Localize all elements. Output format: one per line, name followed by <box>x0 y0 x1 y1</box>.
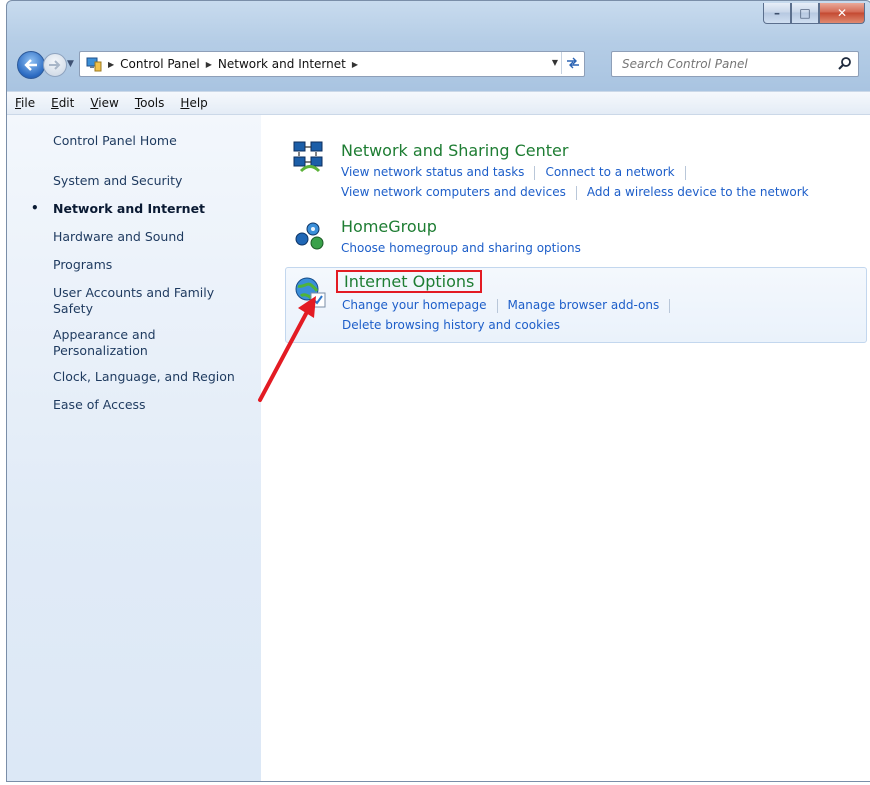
task-row: Change your homepage Manage browser add-o… <box>342 298 680 313</box>
chevron-right-icon: ▶ <box>351 59 359 69</box>
chevron-right-icon: ▶ <box>205 59 212 69</box>
sidebar-item-hardware-sound[interactable]: Hardware and Sound <box>53 229 184 245</box>
task-row: View network status and tasks Connect to … <box>341 165 696 180</box>
menu-file[interactable]: File <box>7 96 43 110</box>
sidebar-item-appearance[interactable]: Appearance and Personalization <box>53 327 193 359</box>
address-dropdown-icon[interactable]: ▼ <box>552 58 558 67</box>
divider <box>669 298 671 313</box>
chevron-right-icon: ▶ <box>108 59 115 69</box>
network-sharing-title[interactable]: Network and Sharing Center <box>341 141 568 160</box>
back-button[interactable] <box>17 51 45 79</box>
menu-bar: File Edit View Tools Help <box>7 91 870 115</box>
internet-options-title[interactable]: Internet Options <box>336 270 483 293</box>
back-arrow-icon <box>24 59 37 71</box>
task-row: Delete browsing history and cookies <box>342 318 560 332</box>
menu-help[interactable]: Help <box>172 96 215 110</box>
menu-view[interactable]: View <box>82 96 126 110</box>
recent-pages-dropdown[interactable]: ▼ <box>67 59 74 69</box>
task-change-homepage[interactable]: Change your homepage <box>342 298 487 312</box>
search-icon[interactable] <box>838 56 852 70</box>
divider <box>684 165 686 180</box>
category-network-sharing: Network and Sharing Center View network … <box>285 135 865 205</box>
minimize-button[interactable]: – <box>763 3 791 24</box>
task-manage-addons[interactable]: Manage browser add-ons <box>508 298 660 312</box>
breadcrumb-control-panel[interactable]: Control Panel <box>120 57 200 71</box>
task-row: View network computers and devices Add a … <box>341 185 809 200</box>
task-row: Choose homegroup and sharing options <box>341 241 581 255</box>
network-sharing-icon <box>293 141 323 173</box>
divider <box>496 298 498 313</box>
control-panel-icon <box>86 57 102 71</box>
task-add-wireless-device[interactable]: Add a wireless device to the network <box>587 185 809 199</box>
task-homegroup-sharing[interactable]: Choose homegroup and sharing options <box>341 241 581 255</box>
caption-buttons: – □ ✕ <box>763 3 865 25</box>
content-area: Control Panel Home System and Security •… <box>7 115 870 781</box>
navigation-bar: ▼ ▶ Control Panel ▶ Network and Internet… <box>7 47 870 81</box>
refresh-button[interactable] <box>561 52 584 74</box>
task-view-network-computers[interactable]: View network computers and devices <box>341 185 566 199</box>
search-box[interactable] <box>611 51 859 77</box>
close-button[interactable]: ✕ <box>819 3 865 24</box>
main-panel: Network and Sharing Center View network … <box>261 115 870 781</box>
maximize-button[interactable]: □ <box>791 3 819 24</box>
sidebar-item-ease-of-access[interactable]: Ease of Access <box>53 397 146 413</box>
homegroup-icon <box>295 222 324 250</box>
forward-button[interactable] <box>43 53 67 77</box>
red-annotation-arrow-icon <box>258 296 316 402</box>
task-connect-network[interactable]: Connect to a network <box>545 165 674 179</box>
refresh-icon <box>567 57 579 69</box>
sidebar: Control Panel Home System and Security •… <box>7 115 261 781</box>
search-input[interactable] <box>620 56 834 72</box>
breadcrumb-network-internet[interactable]: Network and Internet <box>218 57 346 71</box>
menu-tools[interactable]: Tools <box>127 96 173 110</box>
sidebar-item-network-internet[interactable]: Network and Internet <box>53 201 205 217</box>
address-bar[interactable]: ▶ Control Panel ▶ Network and Internet ▶… <box>79 51 585 77</box>
homegroup-title[interactable]: HomeGroup <box>341 217 437 236</box>
sidebar-item-system-security[interactable]: System and Security <box>53 173 182 189</box>
active-bullet: • <box>31 201 39 215</box>
sidebar-item-control-panel-home[interactable]: Control Panel Home <box>53 133 177 149</box>
sidebar-item-user-accounts[interactable]: User Accounts and Family Safety <box>53 285 243 317</box>
forward-arrow-icon <box>49 60 61 70</box>
divider <box>534 165 536 180</box>
sidebar-item-programs[interactable]: Programs <box>53 257 112 273</box>
control-panel-window: – □ ✕ ▼ ▶ Control Panel ▶ Network and In… <box>6 0 870 782</box>
menu-edit[interactable]: Edit <box>43 96 82 110</box>
sidebar-item-clock-language[interactable]: Clock, Language, and Region <box>53 369 235 385</box>
divider <box>575 185 577 200</box>
category-homegroup: HomeGroup Choose homegroup and sharing o… <box>285 213 865 259</box>
category-internet-options: Internet Options Change your homepage Man… <box>285 267 867 343</box>
task-delete-browsing-history[interactable]: Delete browsing history and cookies <box>342 318 560 332</box>
task-view-network-status[interactable]: View network status and tasks <box>341 165 524 179</box>
